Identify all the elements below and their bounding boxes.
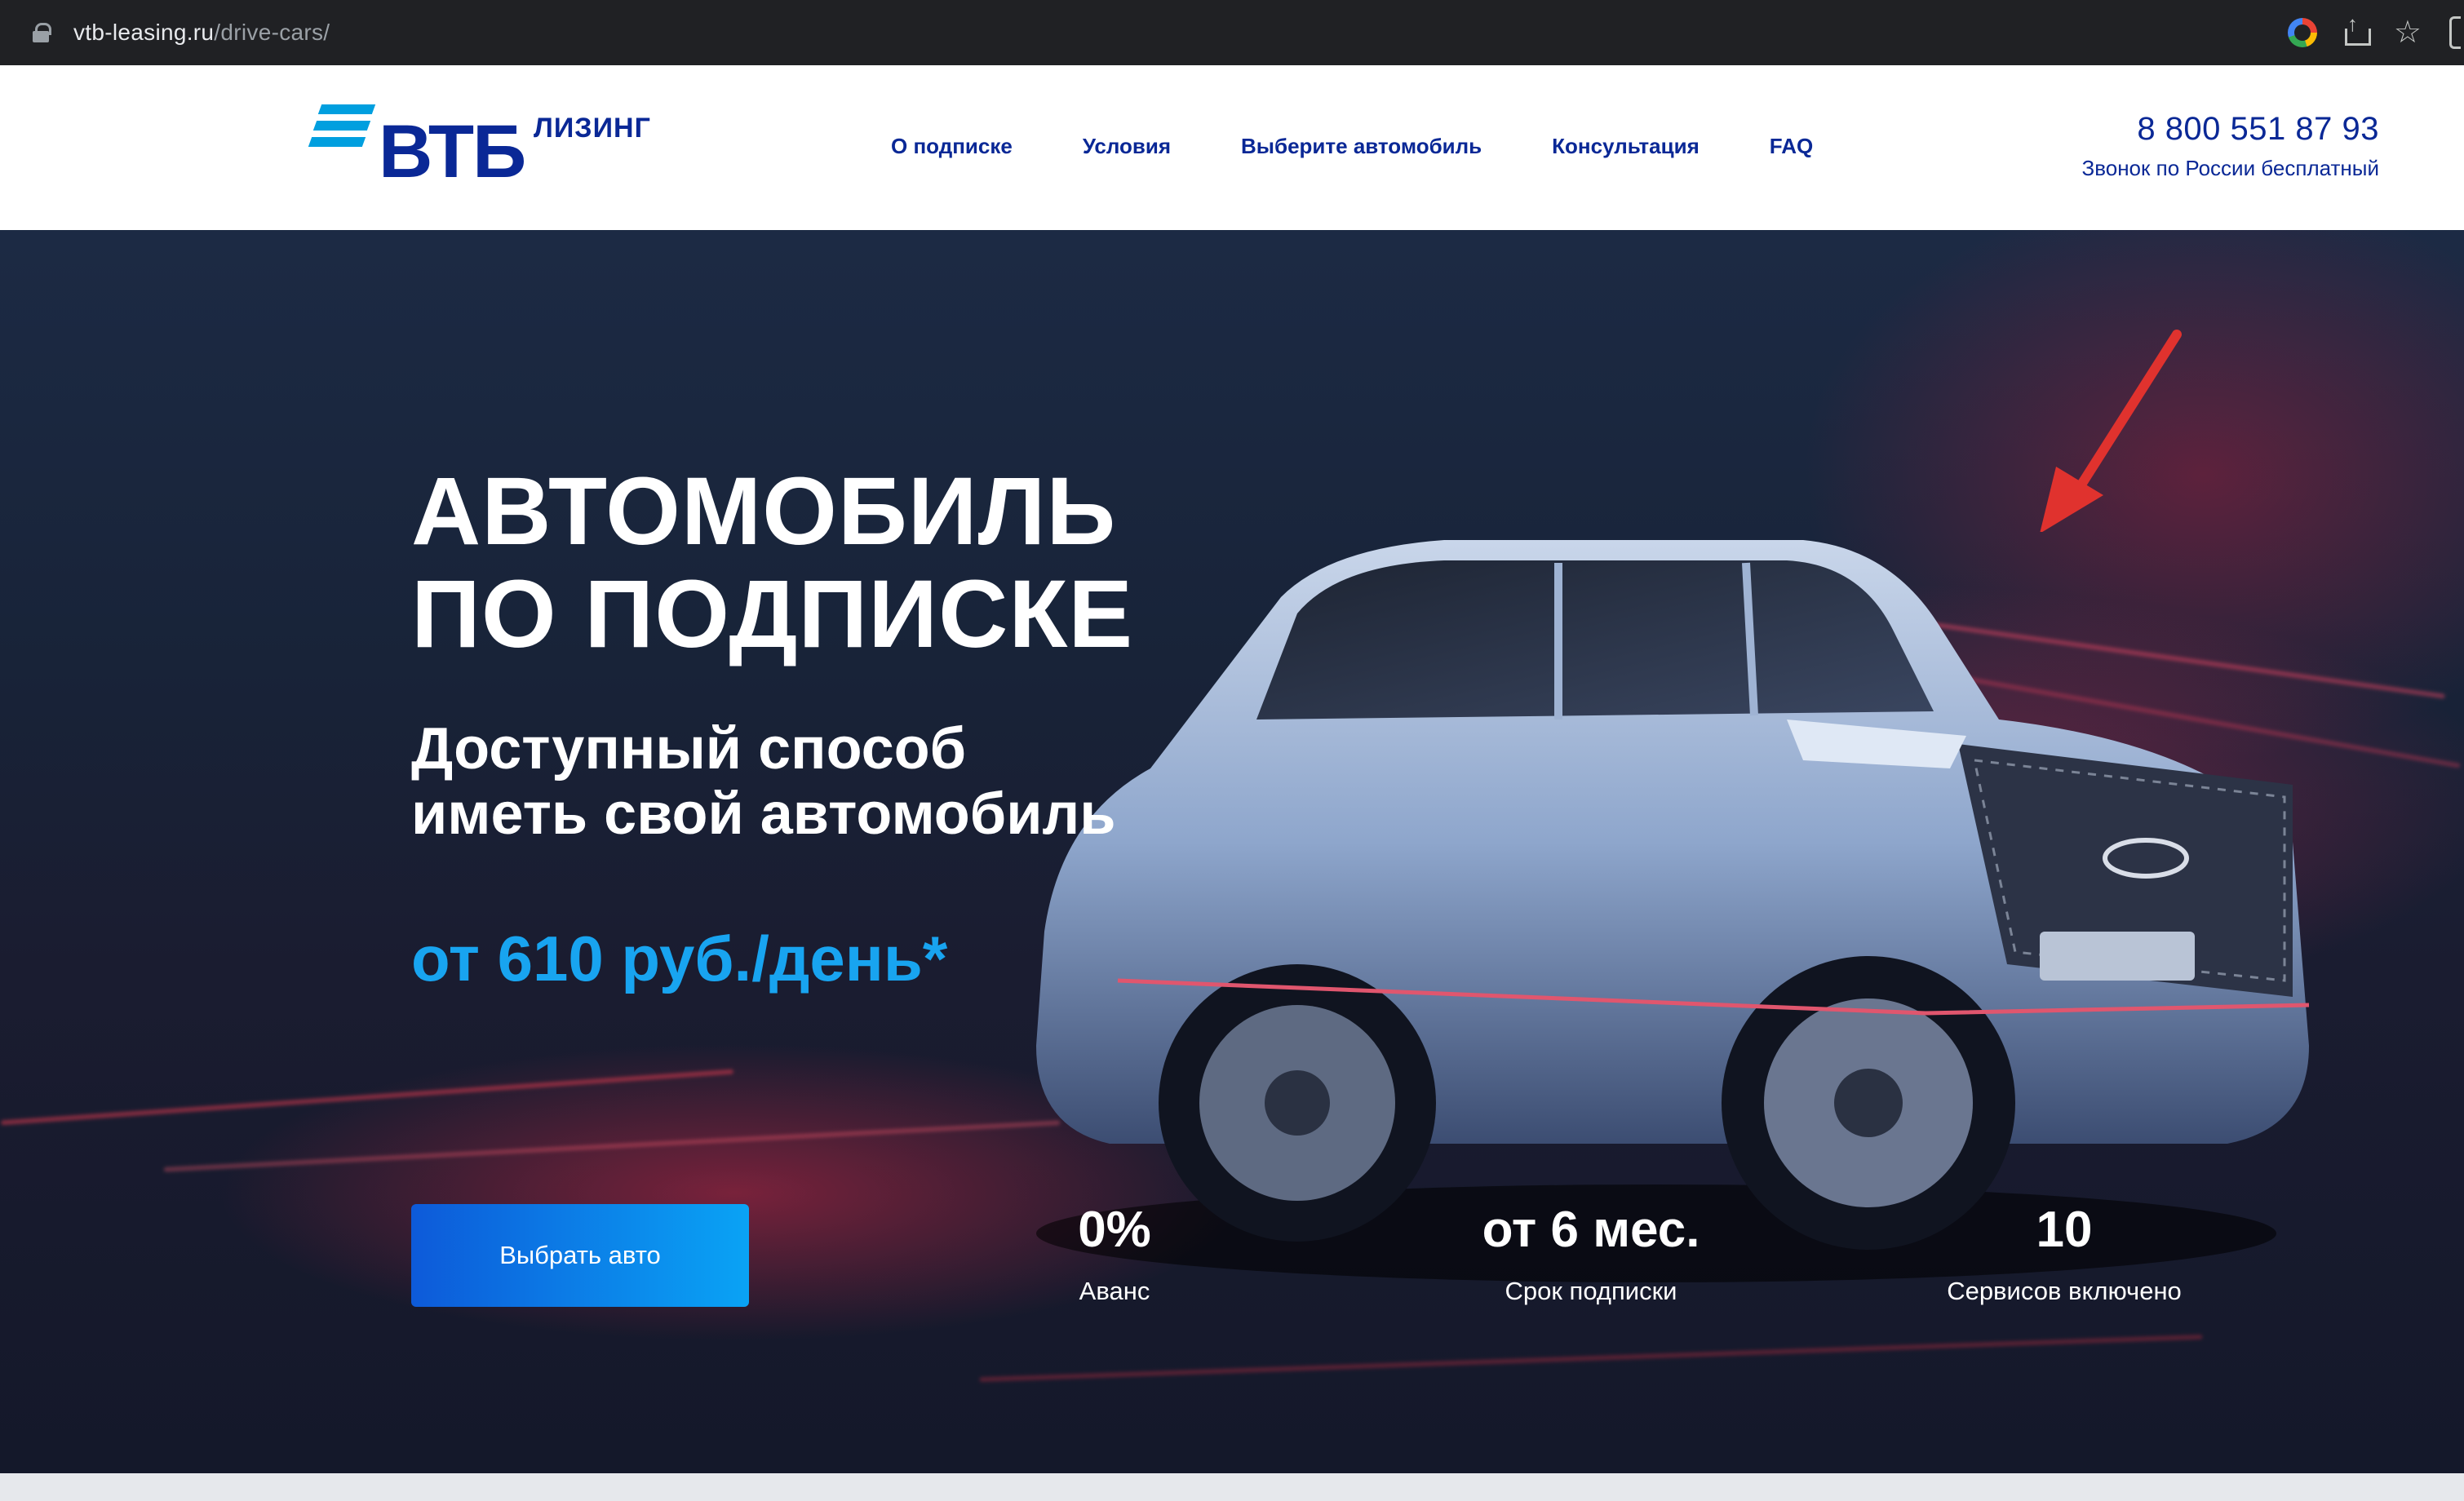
annotation-arrow (2040, 330, 2182, 532)
phone-note: Звонок по России бесплатный (2081, 156, 2379, 180)
nav-item-faq[interactable]: FAQ (1770, 134, 1813, 159)
hero-title-line-2: ПО ПОДПИСКЕ (411, 560, 1134, 668)
light-streak (979, 1334, 2203, 1383)
star-icon[interactable]: ☆ (2394, 17, 2422, 48)
stat-term: от 6 мес. Срок подписки (1452, 1201, 1730, 1306)
stat-label: Срок подписки (1505, 1277, 1677, 1305)
stat-services: 10 Сервисов включено (1926, 1201, 2203, 1306)
stat-value: 10 (2036, 1202, 2093, 1258)
stat-advance: 0% Аванс (1017, 1201, 1212, 1306)
address-bar[interactable]: vtb-leasing.ru/drive-cars/ (33, 13, 330, 52)
site-header: ВТБ ЛИЗИНГ О подписке Условия Выберите а… (0, 65, 2464, 230)
logo-main-text: ВТБ (379, 110, 526, 193)
nav-item-conditions[interactable]: Условия (1083, 134, 1171, 159)
hero-banner: АВТОМОБИЛЬ ПО ПОДПИСКЕ Доступный способ … (0, 230, 2464, 1473)
stat-value: 0% (1078, 1202, 1151, 1258)
vtb-leasing-logo[interactable]: ВТБ ЛИЗИНГ (308, 103, 651, 201)
page-bottom-strip (0, 1473, 2464, 1501)
stat-value: от 6 мес. (1482, 1202, 1700, 1258)
lock-icon[interactable] (33, 23, 51, 42)
hero-subtitle: Доступный способ иметь свой автомобиль (411, 716, 1115, 847)
stat-label: Сервисов включено (1947, 1277, 2182, 1305)
hero-subtitle-line-2: иметь свой автомобиль (411, 781, 1116, 847)
nav-item-consultation[interactable]: Консультация (1552, 134, 1700, 159)
url-host: vtb-leasing.ru (73, 20, 215, 45)
logo-stripes-icon (308, 104, 376, 150)
share-icon[interactable] (2344, 11, 2371, 46)
browser-toolbar: vtb-leasing.ru/drive-cars/ ☆ (0, 0, 2464, 65)
nav-item-choose-car[interactable]: Выберите автомобиль (1241, 134, 1482, 159)
price-text: от 610 руб./день* (411, 923, 948, 994)
hero-title-line-1: АВТОМОБИЛЬ (411, 458, 1117, 565)
sidebar-icon[interactable] (2449, 16, 2461, 49)
logo-sub-text: ЛИЗИНГ (534, 113, 651, 144)
car-image (1036, 540, 2310, 1282)
light-streak (163, 1120, 1061, 1172)
google-icon[interactable] (2287, 18, 2317, 47)
contact-block: 8 800 551 87 93 Звонок по России бесплат… (2082, 111, 2379, 181)
hero-title: АВТОМОБИЛЬ ПО ПОДПИСКЕ (411, 460, 1133, 666)
light-streak (0, 1069, 734, 1126)
nav-item-about[interactable]: О подписке (891, 134, 1013, 159)
phone-number[interactable]: 8 800 551 87 93 (2082, 111, 2379, 148)
url-path: /drive-cars/ (214, 20, 330, 45)
stat-label: Аванс (1079, 1277, 1150, 1305)
main-nav: О подписке Условия Выберите автомобиль К… (891, 134, 1813, 159)
choose-car-button[interactable]: Выбрать авто (411, 1204, 749, 1307)
hero-subtitle-line-1: Доступный способ (411, 716, 967, 781)
